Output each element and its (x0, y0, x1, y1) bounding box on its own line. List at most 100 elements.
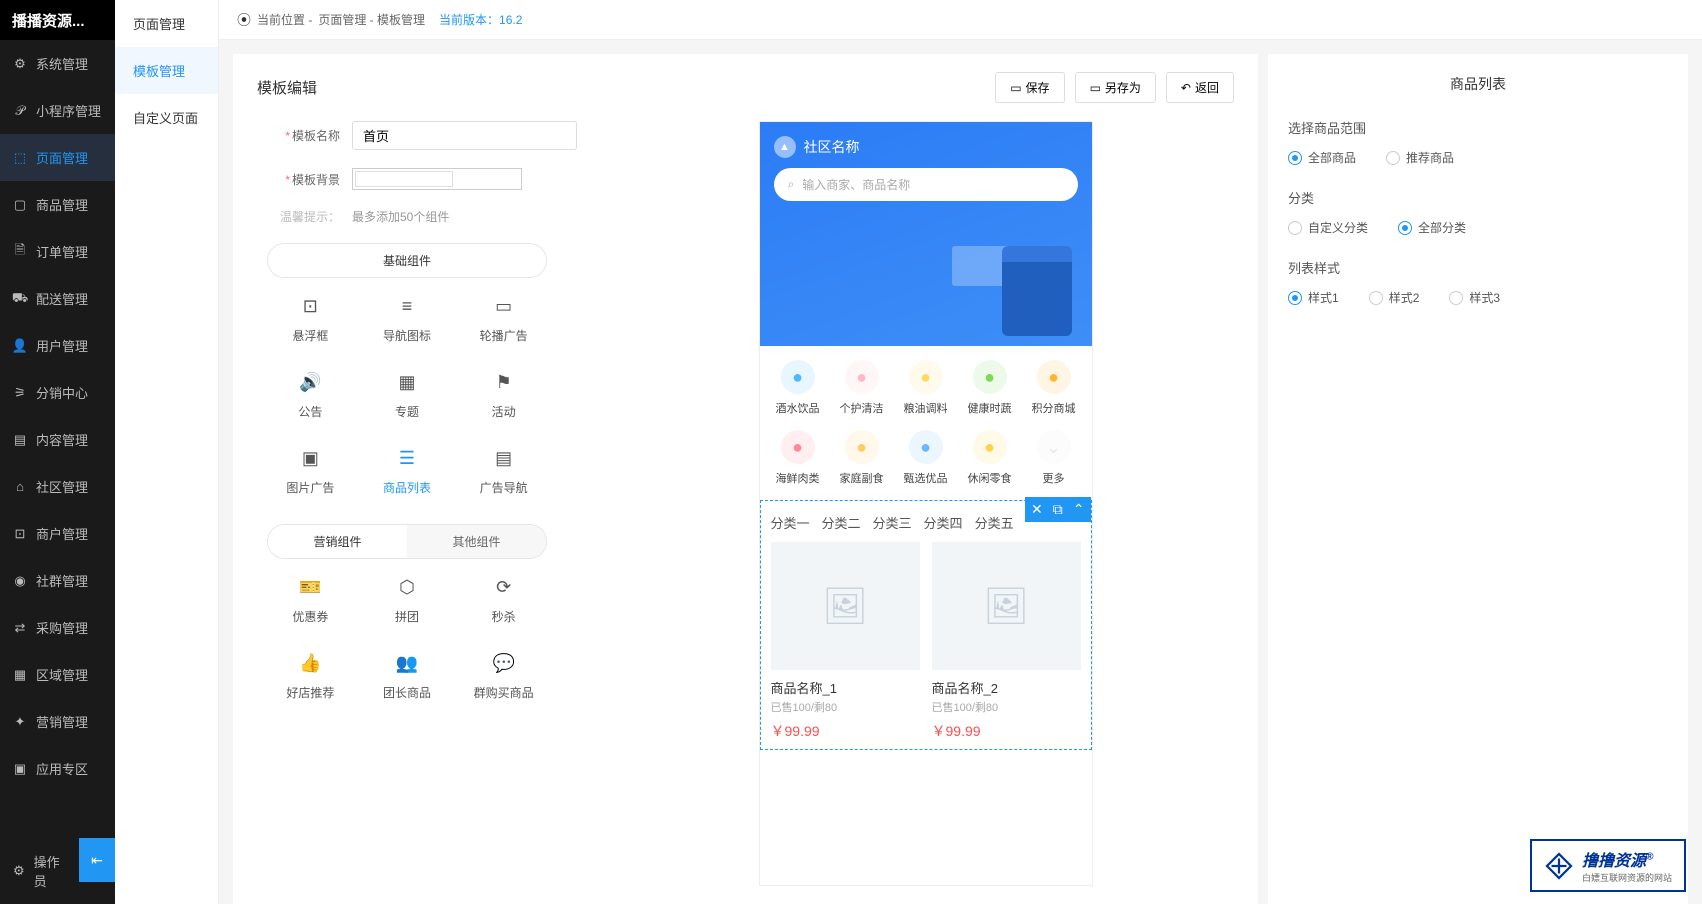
cat-tab-3[interactable]: 分类四 (924, 513, 963, 532)
template-name-input[interactable] (352, 121, 577, 150)
cat-tab-0[interactable]: 分类一 (771, 513, 810, 532)
radio-option-2-0[interactable]: 样式1 (1288, 289, 1339, 306)
sub-sidebar-header: 页面管理 (115, 0, 218, 47)
sidebar-item-13[interactable]: ▦区域管理 (0, 651, 115, 698)
breadcrumb-bar: ⦿ 当前位置 - 页面管理 - 模板管理 当前版本：16.2 (219, 0, 1702, 40)
settings-group-0: 选择商品范围全部商品推荐商品 (1288, 118, 1668, 166)
sidebar-item-9[interactable]: ⌂社区管理 (0, 463, 115, 510)
component-好店推荐[interactable]: 👍好店推荐 (267, 653, 354, 701)
cat-tab-2[interactable]: 分类三 (873, 513, 912, 532)
nav-item-8[interactable]: ●休闲零食 (958, 430, 1022, 486)
save-button[interactable]: ▭保存 (995, 72, 1064, 103)
settings-group-1: 分类自定义分类全部分类 (1288, 188, 1668, 236)
component-icon: 💬 (492, 653, 514, 674)
product-card-1[interactable]: 🖼 商品名称_2 已售100/剩80 ￥99.99 (932, 542, 1081, 741)
component-悬浮框[interactable]: ⊡悬浮框 (267, 296, 354, 344)
search-placeholder: 输入商家、商品名称 (802, 176, 910, 193)
component-icon: 🎫 (299, 577, 321, 598)
delete-icon[interactable]: ✕ (1031, 501, 1043, 518)
product-list-section[interactable]: ✕ ⧉ ⌃ 分类一分类二分类三分类四分类五 🖼 商品名称_1 已售100/剩80… (760, 500, 1092, 750)
share-icon: ⚞ (12, 385, 28, 401)
radio-icon (1288, 221, 1302, 235)
nav-item-5[interactable]: ●海鲜肉类 (766, 430, 830, 486)
nav-item-4[interactable]: ●积分商城 (1022, 360, 1086, 416)
cat-tab-4[interactable]: 分类五 (975, 513, 1014, 532)
product-card-0[interactable]: 🖼 商品名称_1 已售100/剩80 ￥99.99 (771, 542, 920, 741)
settings-group-2: 列表样式样式1样式2样式3 (1288, 258, 1668, 306)
product-sub: 已售100/剩80 (932, 699, 1081, 715)
component-拼团[interactable]: ⬡拼团 (364, 577, 451, 625)
component-优惠券[interactable]: 🎫 优惠券 (267, 577, 354, 625)
radio-icon (1398, 221, 1412, 235)
template-bg-input[interactable] (352, 168, 522, 190)
component-公告[interactable]: 🔊公告 (267, 372, 354, 420)
component-icon: 🔊 (299, 372, 321, 393)
move-up-icon[interactable]: ⌃ (1073, 501, 1085, 518)
component-团长商品[interactable]: 👥团长商品 (364, 653, 451, 701)
radio-option-1-0[interactable]: 自定义分类 (1288, 219, 1368, 236)
purchase-icon: ⇄ (12, 620, 28, 636)
nav-item-6[interactable]: ●家庭副食 (830, 430, 894, 486)
sidebar-item-11[interactable]: ◉社群管理 (0, 557, 115, 604)
copy-icon[interactable]: ⧉ (1053, 501, 1063, 518)
nav-item-3[interactable]: ●健康时蔬 (958, 360, 1022, 416)
sidebar-item-label: 用户管理 (36, 336, 88, 355)
component-活动[interactable]: ⚑活动 (460, 372, 547, 420)
sidebar-item-3[interactable]: ▢商品管理 (0, 181, 115, 228)
component-icon: 👥 (396, 653, 418, 674)
component-群购买商品[interactable]: 💬群购买商品 (460, 653, 547, 701)
sidebar-item-1[interactable]: 𝒫小程序管理 (0, 87, 115, 134)
tab-marketing[interactable]: 营销组件 (268, 525, 407, 558)
product-image-placeholder: 🖼 (932, 542, 1081, 670)
nav-item-1[interactable]: ●个护清洁 (830, 360, 894, 416)
sidebar-item-14[interactable]: ✦营销管理 (0, 698, 115, 745)
nav-label: 休闲零食 (968, 470, 1012, 486)
tab-other[interactable]: 其他组件 (407, 525, 546, 558)
radio-label: 全部分类 (1418, 219, 1466, 236)
component-专题[interactable]: ▦专题 (364, 372, 451, 420)
nav-item-2[interactable]: ●粮油调料 (894, 360, 958, 416)
nav-item-0[interactable]: ●酒水饮品 (766, 360, 830, 416)
sub-item-1[interactable]: 自定义页面 (115, 94, 218, 141)
sidebar-item-10[interactable]: ⊡商户管理 (0, 510, 115, 557)
radio-option-1-1[interactable]: 全部分类 (1398, 219, 1466, 236)
component-商品列表[interactable]: ☰商品列表 (364, 448, 451, 496)
sub-item-0[interactable]: 模板管理 (115, 47, 218, 94)
component-label: 图片广告 (286, 479, 334, 496)
radio-label: 样式1 (1308, 289, 1339, 306)
sidebar-item-15[interactable]: ▣应用专区 (0, 745, 115, 792)
component-icon: ⟳ (496, 577, 511, 598)
radio-option-0-0[interactable]: 全部商品 (1288, 149, 1356, 166)
component-label: 优惠券 (292, 608, 328, 625)
sidebar-item-6[interactable]: 👤用户管理 (0, 322, 115, 369)
sidebar-item-2[interactable]: ⬚页面管理 (0, 134, 115, 181)
radio-option-2-2[interactable]: 样式3 (1449, 289, 1500, 306)
sidebar-item-5[interactable]: ⛟配送管理 (0, 275, 115, 322)
sidebar-item-7[interactable]: ⚞分销中心 (0, 369, 115, 416)
component-秒杀[interactable]: ⟳秒杀 (460, 577, 547, 625)
radio-option-0-1[interactable]: 推荐商品 (1386, 149, 1454, 166)
nav-item-7[interactable]: ●甄选优品 (894, 430, 958, 486)
component-label: 悬浮框 (292, 327, 328, 344)
community-name: 社区名称 (804, 137, 860, 157)
sidebar-collapse-button[interactable]: ⇤ (79, 838, 115, 882)
sidebar-item-12[interactable]: ⇄采购管理 (0, 604, 115, 651)
sidebar-item-4[interactable]: 🗎订单管理 (0, 228, 115, 275)
cat-tab-1[interactable]: 分类二 (822, 513, 861, 532)
settings-panel: 商品列表 选择商品范围全部商品推荐商品分类自定义分类全部分类列表样式样式1样式2… (1268, 54, 1688, 904)
preview-search-input[interactable]: ⌕ 输入商家、商品名称 (774, 168, 1078, 201)
save-as-button[interactable]: ▭另存为 (1075, 72, 1156, 103)
radio-option-2-1[interactable]: 样式2 (1369, 289, 1420, 306)
component-广告导航[interactable]: ▤广告导航 (460, 448, 547, 496)
component-轮播广告[interactable]: ▭轮播广告 (460, 296, 547, 344)
sidebar-item-operator[interactable]: ⚙ 操作员 (0, 838, 79, 904)
component-图片广告[interactable]: ▣图片广告 (267, 448, 354, 496)
tab-basic[interactable]: 基础组件 (268, 244, 546, 277)
sidebar-item-0[interactable]: ⚙系统管理 (0, 40, 115, 87)
sidebar-item-8[interactable]: ▤内容管理 (0, 416, 115, 463)
product-image-placeholder: 🖼 (771, 542, 920, 670)
component-label: 拼团 (395, 608, 419, 625)
back-button[interactable]: ↶返回 (1166, 72, 1234, 103)
nav-item-9[interactable]: ⌄更多 (1022, 430, 1086, 486)
component-导航图标[interactable]: ≡导航图标 (364, 296, 451, 344)
